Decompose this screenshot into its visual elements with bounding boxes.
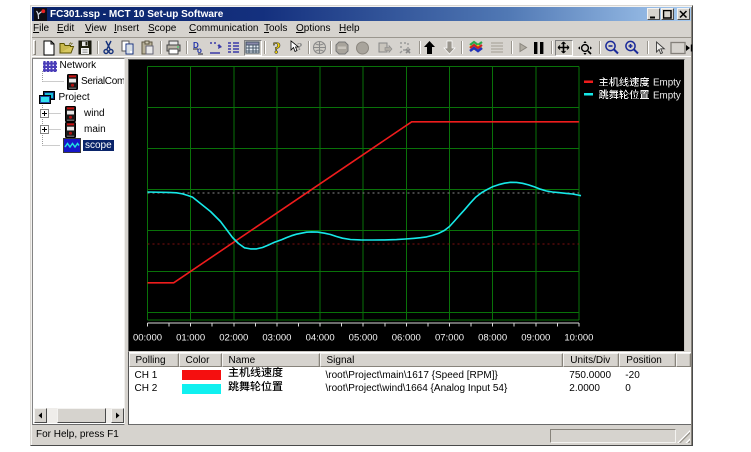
svg-text:Empty: Empty bbox=[653, 77, 681, 88]
svg-text:Empty: Empty bbox=[653, 90, 681, 101]
svg-text:09:000: 09:000 bbox=[521, 332, 550, 343]
svg-text:?: ? bbox=[273, 40, 282, 56]
svg-text:10:000: 10:000 bbox=[564, 332, 593, 343]
svg-text:03:000: 03:000 bbox=[262, 332, 291, 343]
svg-text:?: ? bbox=[297, 41, 303, 53]
svg-text:07:000: 07:000 bbox=[434, 332, 463, 343]
svg-text:06:000: 06:000 bbox=[391, 332, 420, 343]
svg-text:01:000: 01:000 bbox=[176, 332, 205, 343]
svg-text:04:000: 04:000 bbox=[305, 332, 334, 343]
svg-text:05:000: 05:000 bbox=[348, 332, 377, 343]
svg-text:08:000: 08:000 bbox=[478, 332, 507, 343]
svg-text:02:000: 02:000 bbox=[219, 332, 248, 343]
svg-text:00:000: 00:000 bbox=[132, 332, 161, 343]
